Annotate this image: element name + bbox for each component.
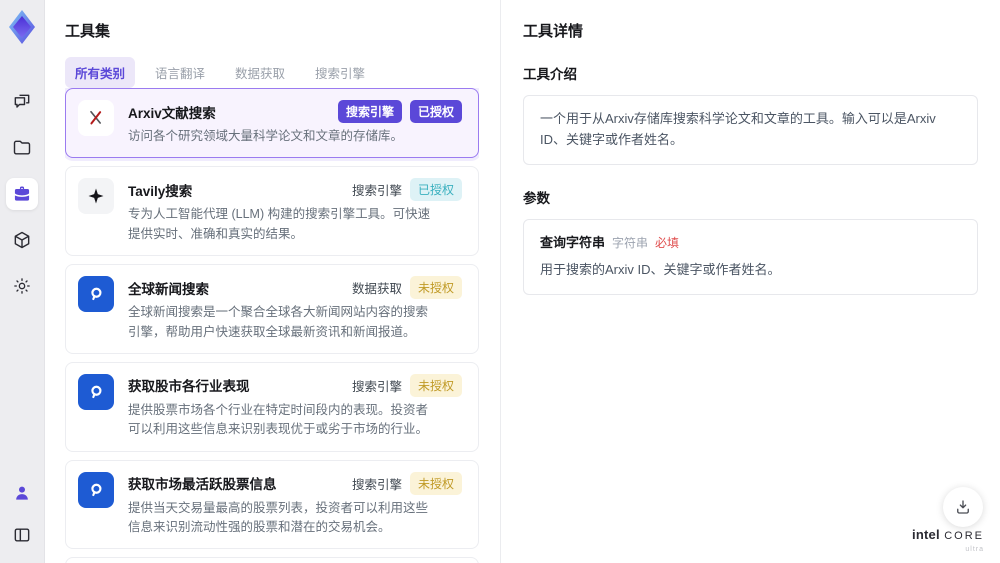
- left-sidebar: [0, 0, 45, 563]
- category-tabs: 所有类别 语言翻译 数据获取 搜索引擎: [65, 57, 500, 88]
- tool-name: 获取股市各行业表现: [128, 379, 250, 395]
- intro-heading: 工具介绍: [523, 67, 577, 82]
- tool-list-panel: 工具集 所有类别 语言翻译 数据获取 搜索引擎 Arxiv文献搜索 搜索引擎 已…: [45, 0, 535, 563]
- ultra-logo-text: ultra: [965, 546, 984, 553]
- tool-card-most-active-stocks[interactable]: 获取市场最活跃股票信息 搜索引擎 未授权 提供当天交易量最高的股票列表，投资者可…: [65, 459, 479, 550]
- parameter-box: 查询字符串 字符串 必填 用于搜索的Arxiv ID、关键字或作者姓名。: [523, 218, 978, 296]
- news-q-logo-icon: [78, 276, 114, 313]
- tool-description: 访问各个研究领域大量科学论文和文章的存储库。: [128, 129, 404, 143]
- intel-core-logo: intel CORE ultra: [912, 527, 984, 553]
- tool-description: 提供当天交易量最高的股票列表，投资者可以利用这些信息来识别流动性强的股票和潜在的…: [128, 500, 429, 534]
- tool-card-sector-performance[interactable]: 获取股市各行业表现 搜索引擎 未授权 提供股票市场各个行业在特定时间段内的表现。…: [65, 361, 479, 452]
- tools-nav-icon[interactable]: [6, 178, 38, 210]
- tool-card-tavily[interactable]: Tavily搜索 搜索引擎 已授权 专为人工智能代理 (LLM) 构建的搜索引擎…: [65, 166, 479, 257]
- stock-q-logo-icon: [78, 373, 114, 410]
- parameter-type: 字符串: [612, 235, 649, 250]
- params-heading: 参数: [523, 190, 550, 206]
- parameter-name: 查询字符串: [540, 234, 606, 250]
- chat-nav-icon[interactable]: [6, 86, 38, 118]
- tool-card-regional-news[interactable]: 万维地区新闻查询 搜索引擎 未授权 查询具体行政区划内的新闻，快速了解各地新闻动: [65, 557, 479, 563]
- tool-name: 获取市场最活跃股票信息: [128, 477, 277, 493]
- intel-logo-text: intel: [912, 527, 940, 542]
- app-logo-icon: [5, 8, 39, 46]
- stock-q-logo-icon: [78, 471, 114, 508]
- tool-card-list: Arxiv文献搜索 搜索引擎 已授权 访问各个研究领域大量科学论文和文章的存储库…: [65, 88, 479, 563]
- tavily-logo-icon: [78, 178, 114, 215]
- download-icon: [957, 500, 969, 514]
- page-title: 工具集: [65, 23, 111, 40]
- details-title: 工具详情: [523, 23, 584, 40]
- parameter-required-flag: 必填: [655, 235, 680, 250]
- status-badge: 已授权: [409, 178, 462, 202]
- arxiv-logo-icon: [78, 100, 114, 136]
- status-badge: 未授权: [409, 471, 462, 495]
- tab-search-engine[interactable]: 搜索引擎: [305, 57, 375, 88]
- cube-nav-icon[interactable]: [6, 224, 38, 256]
- user-profile-icon[interactable]: [6, 477, 38, 509]
- settings-gear-icon[interactable]: [6, 270, 38, 302]
- tool-card-arxiv[interactable]: Arxiv文献搜索 搜索引擎 已授权 访问各个研究领域大量科学论文和文章的存储库…: [65, 88, 479, 159]
- tool-description: 专为人工智能代理 (LLM) 构建的搜索引擎工具。可快速提供实时、准确和真实的结…: [128, 207, 431, 241]
- status-badge: 未授权: [409, 276, 462, 300]
- sidebar-toggle-icon[interactable]: [6, 519, 38, 551]
- tool-details-panel: 工具详情 工具介绍 一个用于从Arxiv存储库搜索科学论文和文章的工具。输入可以…: [500, 0, 1000, 563]
- intro-text-box: 一个用于从Arxiv存储库搜索科学论文和文章的工具。输入可以是Arxiv ID、…: [523, 95, 978, 165]
- status-badge: 未授权: [409, 373, 462, 397]
- category-badge: 搜索引擎: [337, 100, 402, 123]
- folder-nav-icon[interactable]: [6, 132, 38, 164]
- category-label: 数据获取: [351, 282, 402, 297]
- tool-name: 全球新闻搜索: [128, 281, 209, 297]
- category-label: 搜索引擎: [351, 379, 402, 394]
- tool-description: 全球新闻搜索是一个聚合全球各大新闻网站内容的搜索引擎，帮助用户快速获取全球最新资…: [128, 305, 429, 339]
- category-label: 搜索引擎: [351, 477, 402, 492]
- category-label: 搜索引擎: [351, 184, 402, 199]
- tool-name: Tavily搜索: [128, 183, 193, 199]
- tab-data-fetch[interactable]: 数据获取: [225, 57, 295, 88]
- parameter-description: 用于搜索的Arxiv ID、关键字或作者姓名。: [540, 262, 781, 278]
- tool-description: 提供股票市场各个行业在特定时间段内的表现。投资者可以利用这些信息来识别表现优于或…: [128, 402, 429, 437]
- tool-name: Arxiv文献搜索: [128, 105, 216, 121]
- status-badge: 已授权: [409, 100, 462, 123]
- tab-language-translation[interactable]: 语言翻译: [145, 57, 215, 88]
- tool-card-global-news[interactable]: 全球新闻搜索 数据获取 未授权 全球新闻搜索是一个聚合全球各大新闻网站内容的搜索…: [65, 264, 479, 354]
- download-button[interactable]: [943, 487, 983, 527]
- tab-all-categories[interactable]: 所有类别: [65, 57, 136, 88]
- core-logo-text: CORE: [944, 530, 984, 542]
